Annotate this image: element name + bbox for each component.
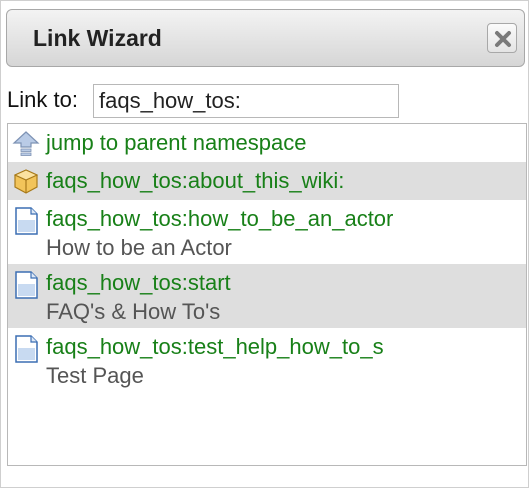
page-icon (12, 270, 40, 305)
list-item-namespace[interactable]: faqs_how_tos:about_this_wiki: (8, 162, 526, 200)
list-item-page[interactable]: faqs_how_tos:start FAQ's & How To's (8, 264, 526, 328)
list-item-parent-namespace[interactable]: jump to parent namespace (8, 124, 526, 162)
result-link[interactable]: jump to parent namespace (46, 130, 307, 156)
result-link[interactable]: faqs_how_tos:how_to_be_an_actor (46, 206, 393, 232)
dialog-titlebar[interactable]: Link Wizard (6, 9, 525, 67)
link-to-label: Link to: (7, 87, 78, 112)
page-icon (12, 334, 40, 369)
close-icon (495, 31, 511, 47)
dialog-title: Link Wizard (33, 25, 162, 51)
result-description: Test Page (46, 363, 144, 388)
link-to-input[interactable] (93, 84, 399, 118)
link-wizard-dialog: Link Wizard Link to: jump to parent name… (0, 0, 529, 488)
result-link[interactable]: faqs_how_tos:about_this_wiki: (46, 168, 344, 194)
close-button[interactable] (487, 23, 517, 53)
page-icon (12, 206, 40, 241)
result-link[interactable]: faqs_how_tos:test_help_how_to_s (46, 334, 384, 360)
parent-namespace-icon (12, 129, 40, 162)
namespace-folder-icon (12, 167, 40, 200)
result-link[interactable]: faqs_how_tos:start (46, 270, 231, 296)
result-description: How to be an Actor (46, 235, 232, 260)
results-list[interactable]: jump to parent namespace faqs_how_tos:ab… (7, 123, 527, 466)
list-item-page[interactable]: faqs_how_tos:how_to_be_an_actor How to b… (8, 200, 526, 264)
list-item-page[interactable]: faqs_how_tos:test_help_how_to_s Test Pag… (8, 328, 526, 392)
result-description: FAQ's & How To's (46, 299, 221, 324)
